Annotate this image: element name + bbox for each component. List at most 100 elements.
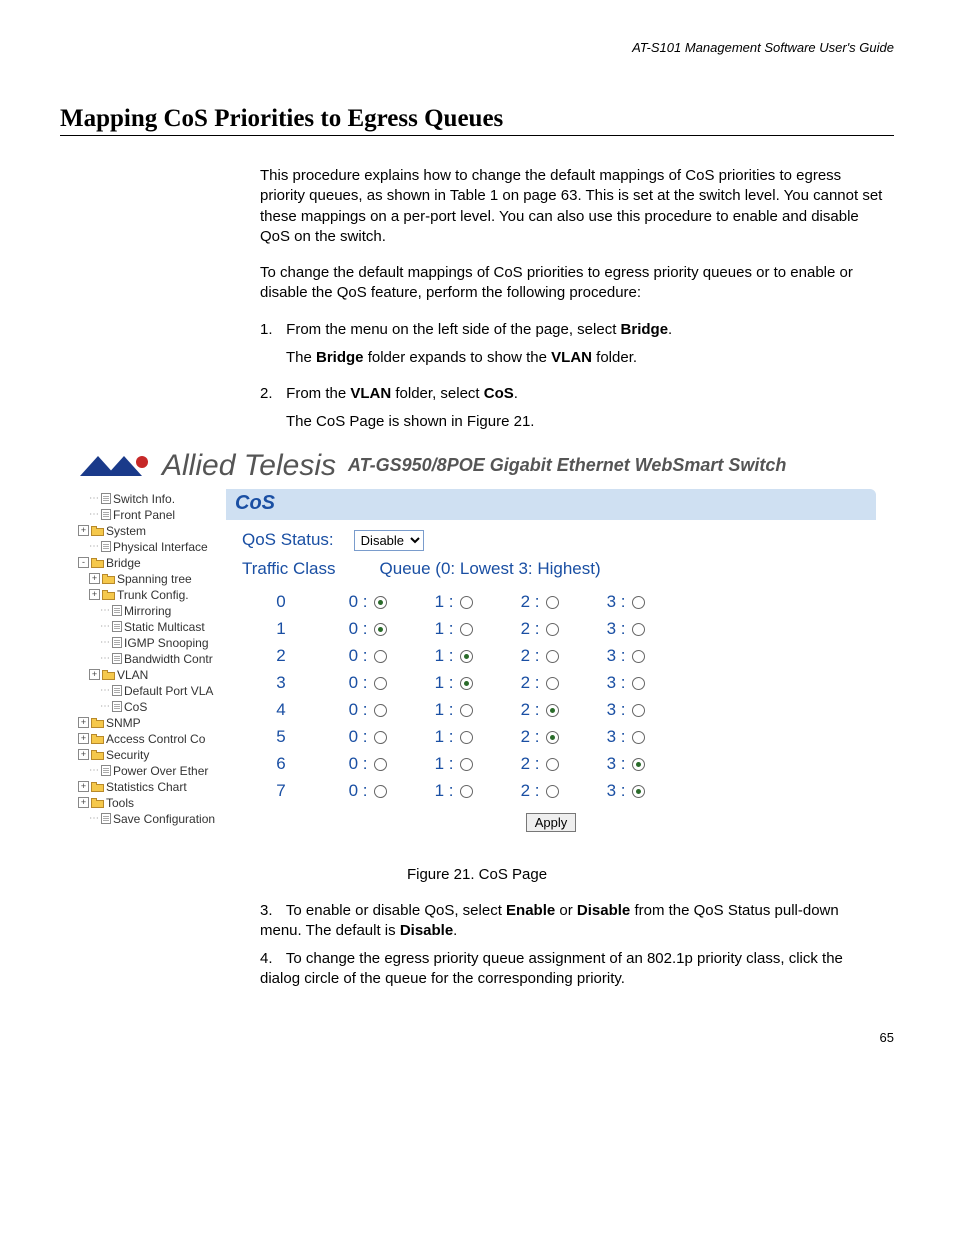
queue-radio[interactable] bbox=[460, 704, 473, 717]
queue-radio[interactable] bbox=[374, 731, 387, 744]
queue-cell-1: 1 : bbox=[406, 700, 492, 720]
page-icon bbox=[101, 813, 111, 824]
queue-radio[interactable] bbox=[632, 704, 645, 717]
queue-cell-0: 0 : bbox=[320, 619, 406, 639]
expand-icon[interactable]: + bbox=[89, 589, 100, 600]
page-icon bbox=[112, 701, 122, 712]
queue-cell-2: 2 : bbox=[492, 700, 578, 720]
tree-item-default-port-vla[interactable]: ⋯Default Port VLA bbox=[78, 683, 226, 699]
queue-radio[interactable] bbox=[632, 623, 645, 636]
queue-label: 2 : bbox=[512, 727, 540, 747]
expand-icon[interactable]: + bbox=[78, 749, 89, 760]
tree-item-statistics-chart[interactable]: +Statistics Chart bbox=[78, 779, 226, 795]
tree-item-access-control-co[interactable]: +Access Control Co bbox=[78, 731, 226, 747]
tree-connector-icon: ⋯ bbox=[89, 491, 98, 507]
tree-connector-icon: ⋯ bbox=[89, 507, 98, 523]
tree-item-security[interactable]: +Security bbox=[78, 747, 226, 763]
queue-radio[interactable] bbox=[374, 704, 387, 717]
tree-item-front-panel[interactable]: ⋯Front Panel bbox=[78, 507, 226, 523]
queue-radio[interactable] bbox=[546, 758, 559, 771]
tree-item-tools[interactable]: +Tools bbox=[78, 795, 226, 811]
cos-panel: CoS QoS Status: Disable Traffic Class Qu… bbox=[226, 489, 876, 846]
step-4: 4. To change the egress priority queue a… bbox=[260, 949, 884, 990]
queue-radio[interactable] bbox=[460, 758, 473, 771]
qos-status-select[interactable]: Disable bbox=[354, 530, 424, 551]
tree-item-bandwidth-contr[interactable]: ⋯Bandwidth Contr bbox=[78, 651, 226, 667]
queue-label: 2 : bbox=[512, 754, 540, 774]
allied-telesis-logo-icon bbox=[78, 454, 154, 478]
queue-radio[interactable] bbox=[546, 785, 559, 798]
queue-radio[interactable] bbox=[632, 731, 645, 744]
queue-radio[interactable] bbox=[460, 731, 473, 744]
expand-icon[interactable]: + bbox=[89, 669, 100, 680]
queue-radio[interactable] bbox=[632, 758, 645, 771]
tree-item-power-over-ether[interactable]: ⋯Power Over Ether bbox=[78, 763, 226, 779]
queue-cell-2: 2 : bbox=[492, 754, 578, 774]
queue-cell-2: 2 : bbox=[492, 619, 578, 639]
tree-item-vlan[interactable]: + VLAN bbox=[78, 667, 226, 683]
queue-radio[interactable] bbox=[460, 650, 473, 663]
queue-radio[interactable] bbox=[546, 677, 559, 690]
queue-radio[interactable] bbox=[460, 623, 473, 636]
queue-radio[interactable] bbox=[546, 650, 559, 663]
expand-icon[interactable]: + bbox=[78, 733, 89, 744]
queue-cell-2: 2 : bbox=[492, 781, 578, 801]
cos-row-0: 00 :1 :2 :3 : bbox=[242, 589, 860, 616]
folder-icon bbox=[91, 526, 104, 536]
nav-tree[interactable]: ⋯Switch Info.⋯Front Panel+System⋯Physica… bbox=[78, 489, 226, 827]
page-icon bbox=[112, 653, 122, 664]
queue-cell-3: 3 : bbox=[578, 646, 664, 666]
queue-cell-1: 1 : bbox=[406, 754, 492, 774]
collapse-icon[interactable]: - bbox=[78, 557, 89, 568]
expand-icon[interactable]: + bbox=[78, 797, 89, 808]
queue-radio[interactable] bbox=[374, 650, 387, 663]
queue-radio[interactable] bbox=[546, 596, 559, 609]
tree-item-spanning-tree[interactable]: +Spanning tree bbox=[78, 571, 226, 587]
queue-radio[interactable] bbox=[546, 623, 559, 636]
traffic-class-value: 0 bbox=[242, 592, 320, 612]
queue-label: 0 : bbox=[340, 727, 368, 747]
tree-item-mirroring[interactable]: ⋯Mirroring bbox=[78, 603, 226, 619]
queue-label: 1 : bbox=[426, 673, 454, 693]
tree-item-save-configuration[interactable]: ⋯Save Configuration bbox=[78, 811, 226, 827]
queue-cell-3: 3 : bbox=[578, 727, 664, 747]
queue-label: 1 : bbox=[426, 781, 454, 801]
tree-item-cos[interactable]: ⋯CoS bbox=[78, 699, 226, 715]
expand-icon[interactable]: + bbox=[89, 573, 100, 584]
queue-label: 3 : bbox=[598, 700, 626, 720]
tree-item-static-multicast[interactable]: ⋯Static Multicast bbox=[78, 619, 226, 635]
queue-radio[interactable] bbox=[632, 677, 645, 690]
page-icon bbox=[112, 621, 122, 632]
tree-item-igmp-snooping[interactable]: ⋯IGMP Snooping bbox=[78, 635, 226, 651]
queue-label: 2 : bbox=[512, 619, 540, 639]
queue-radio[interactable] bbox=[374, 785, 387, 798]
queue-radio[interactable] bbox=[374, 623, 387, 636]
traffic-class-value: 2 bbox=[242, 646, 320, 666]
queue-radio[interactable] bbox=[460, 785, 473, 798]
expand-icon[interactable]: + bbox=[78, 781, 89, 792]
queue-cell-0: 0 : bbox=[320, 727, 406, 747]
tree-item-physical-interface[interactable]: ⋯Physical Interface bbox=[78, 539, 226, 555]
queue-radio[interactable] bbox=[460, 596, 473, 609]
queue-radio[interactable] bbox=[374, 596, 387, 609]
queue-radio[interactable] bbox=[374, 677, 387, 690]
queue-radio[interactable] bbox=[460, 677, 473, 690]
queue-cell-3: 3 : bbox=[578, 781, 664, 801]
tree-item-trunk-config-[interactable]: +Trunk Config. bbox=[78, 587, 226, 603]
queue-radio[interactable] bbox=[546, 731, 559, 744]
tree-item-label: VLAN bbox=[117, 667, 148, 683]
step-2: 2. From the VLAN folder, select CoS. bbox=[260, 384, 884, 404]
expand-icon[interactable]: + bbox=[78, 525, 89, 536]
tree-item-label: Save Configuration bbox=[113, 811, 215, 827]
queue-radio[interactable] bbox=[632, 596, 645, 609]
tree-item-switch-info-[interactable]: ⋯Switch Info. bbox=[78, 491, 226, 507]
queue-radio[interactable] bbox=[374, 758, 387, 771]
queue-radio[interactable] bbox=[546, 704, 559, 717]
apply-button[interactable]: Apply bbox=[526, 813, 577, 832]
tree-item-bridge[interactable]: -Bridge bbox=[78, 555, 226, 571]
tree-item-snmp[interactable]: +SNMP bbox=[78, 715, 226, 731]
tree-item-system[interactable]: +System bbox=[78, 523, 226, 539]
expand-icon[interactable]: + bbox=[78, 717, 89, 728]
queue-radio[interactable] bbox=[632, 650, 645, 663]
queue-radio[interactable] bbox=[632, 785, 645, 798]
